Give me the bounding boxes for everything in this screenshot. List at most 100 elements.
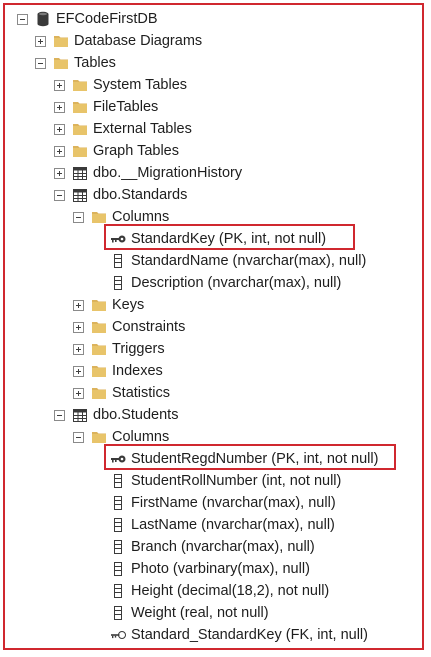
tree-node-label: dbo.Students [93, 407, 179, 423]
folder-icon [72, 77, 88, 93]
folder-icon [91, 209, 107, 225]
tree-node-label: Constraints [112, 319, 186, 335]
column-label: Branch (nvarchar(max), null) [131, 539, 315, 555]
column-student-regd-number[interactable]: StudentRegdNumber (PK, int, not null) [92, 448, 378, 470]
expand-toggle[interactable] [73, 365, 84, 377]
expand-toggle[interactable] [54, 123, 65, 135]
column-label: StandardKey (PK, int, not null) [131, 231, 327, 247]
column-icon [110, 517, 126, 533]
collapse-toggle[interactable] [54, 189, 65, 201]
tree-node-label: Graph Tables [93, 143, 179, 159]
tree-node-students-table[interactable]: dbo.Students [54, 404, 178, 426]
column-label: Weight (real, not null) [131, 605, 269, 621]
table-icon [72, 407, 88, 423]
column-icon [110, 473, 126, 489]
tree-node-graph-tables[interactable]: Graph Tables [54, 140, 179, 162]
tree-node-standards-table[interactable]: dbo.Standards [54, 184, 187, 206]
expand-toggle[interactable] [73, 321, 84, 333]
table-icon [72, 187, 88, 203]
column-icon [110, 539, 126, 555]
collapse-toggle[interactable] [17, 13, 28, 25]
expand-toggle[interactable] [54, 101, 65, 113]
column-branch[interactable]: Branch (nvarchar(max), null) [92, 536, 315, 558]
column-label: FirstName (nvarchar(max), null) [131, 495, 336, 511]
primary-key-icon [110, 451, 126, 467]
expand-toggle[interactable] [35, 35, 46, 47]
tree-node-label: dbo.__MigrationHistory [93, 165, 243, 181]
column-label: Photo (varbinary(max), null) [131, 561, 310, 577]
column-icon [110, 561, 126, 577]
tree-node-statistics[interactable]: Statistics [73, 382, 170, 404]
column-label: StandardName (nvarchar(max), null) [131, 253, 367, 269]
tree-node-external-tables[interactable]: External Tables [54, 118, 192, 140]
tree-node-triggers[interactable]: Triggers [73, 338, 165, 360]
tree-node-label: EFCodeFirstDB [56, 11, 158, 27]
column-first-name[interactable]: FirstName (nvarchar(max), null) [92, 492, 336, 514]
folder-icon [91, 363, 107, 379]
tree-node-database[interactable]: EFCodeFirstDB [17, 8, 158, 30]
collapse-toggle[interactable] [73, 431, 84, 443]
expand-toggle[interactable] [54, 145, 65, 157]
collapse-toggle[interactable] [73, 211, 84, 223]
column-photo[interactable]: Photo (varbinary(max), null) [92, 558, 310, 580]
folder-icon [53, 55, 69, 71]
column-label: LastName (nvarchar(max), null) [131, 517, 335, 533]
database-icon [35, 11, 51, 27]
expand-toggle[interactable] [73, 343, 84, 355]
column-student-roll-number[interactable]: StudentRollNumber (int, not null) [92, 470, 341, 492]
column-icon [110, 583, 126, 599]
column-standard-key[interactable]: StandardKey (PK, int, not null) [92, 228, 326, 250]
tree-node-label: FileTables [93, 99, 159, 115]
column-last-name[interactable]: LastName (nvarchar(max), null) [92, 514, 335, 536]
column-icon [110, 495, 126, 511]
column-standard-standard-key[interactable]: Standard_StandardKey (FK, int, null) [92, 624, 368, 646]
column-label: Standard_StandardKey (FK, int, null) [131, 627, 368, 643]
tree-node-file-tables[interactable]: FileTables [54, 96, 158, 118]
expand-toggle[interactable] [54, 167, 65, 179]
column-label: StudentRegdNumber (PK, int, not null) [131, 451, 379, 467]
tree-node-label: Keys [112, 297, 145, 313]
column-icon [110, 275, 126, 291]
column-icon [110, 253, 126, 269]
folder-icon [72, 143, 88, 159]
folder-icon [91, 297, 107, 313]
tree-node-label: dbo.Standards [93, 187, 188, 203]
tree-node-label: Tables [74, 55, 116, 71]
tree-node-label: External Tables [93, 121, 192, 137]
folder-icon [72, 99, 88, 115]
table-icon [72, 165, 88, 181]
folder-icon [91, 341, 107, 357]
tree-node-tables[interactable]: Tables [35, 52, 116, 74]
folder-icon [53, 33, 69, 49]
tree-node-database-diagrams[interactable]: Database Diagrams [35, 30, 202, 52]
column-weight[interactable]: Weight (real, not null) [92, 602, 269, 624]
folder-icon [91, 385, 107, 401]
foreign-key-icon [110, 627, 126, 643]
column-label: StudentRollNumber (int, not null) [131, 473, 342, 489]
primary-key-icon [110, 231, 126, 247]
collapse-toggle[interactable] [35, 57, 46, 69]
tree-node-constraints[interactable]: Constraints [73, 316, 185, 338]
tree-node-migration-history[interactable]: dbo.__MigrationHistory [54, 162, 242, 184]
expand-toggle[interactable] [73, 299, 84, 311]
tree-node-indexes[interactable]: Indexes [73, 360, 163, 382]
folder-icon [91, 429, 107, 445]
tree-node-keys[interactable]: Keys [73, 294, 144, 316]
expand-toggle[interactable] [54, 79, 65, 91]
column-standard-name[interactable]: StandardName (nvarchar(max), null) [92, 250, 366, 272]
tree-node-label: Triggers [112, 341, 165, 357]
tree-node-label: Statistics [112, 385, 171, 401]
column-label: Description (nvarchar(max), null) [131, 275, 342, 291]
column-height[interactable]: Height (decimal(18,2), not null) [92, 580, 329, 602]
tree-node-system-tables[interactable]: System Tables [54, 74, 187, 96]
tree-node-label: Database Diagrams [74, 33, 203, 49]
expand-toggle[interactable] [73, 387, 84, 399]
column-label: Height (decimal(18,2), not null) [131, 583, 330, 599]
column-icon [110, 605, 126, 621]
folder-icon [91, 319, 107, 335]
tree-node-label: Indexes [112, 363, 163, 379]
column-description[interactable]: Description (nvarchar(max), null) [92, 272, 341, 294]
folder-icon [72, 121, 88, 137]
tree-node-label: System Tables [93, 77, 188, 93]
collapse-toggle[interactable] [54, 409, 65, 421]
